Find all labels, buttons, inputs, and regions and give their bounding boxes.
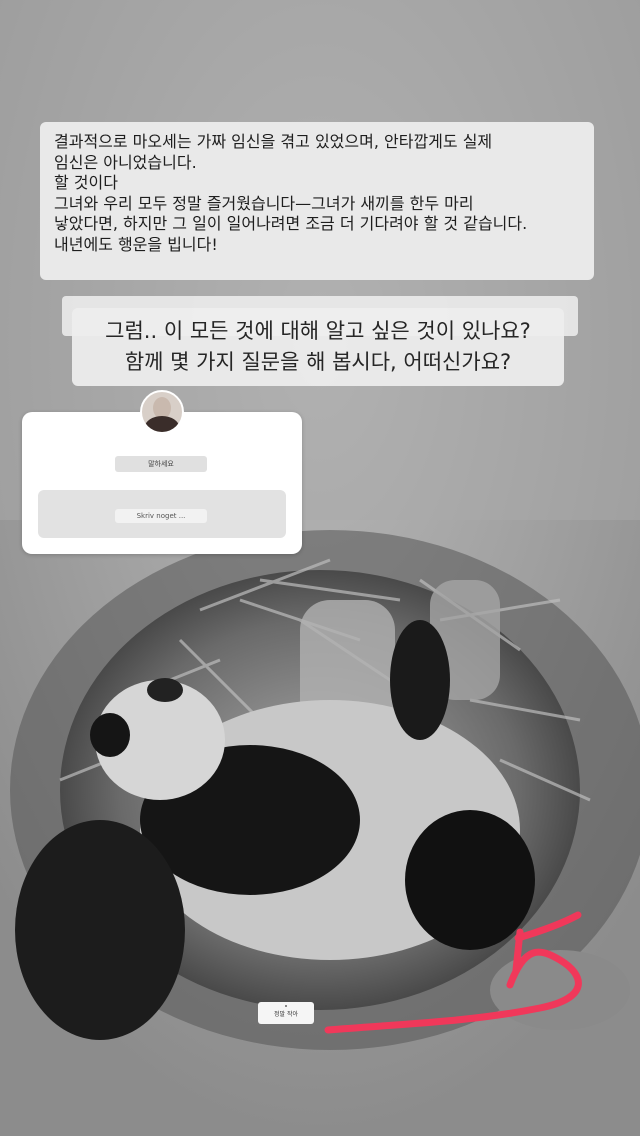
avatar: [140, 390, 184, 434]
question-prompt: 말하세요: [115, 456, 207, 472]
story-caption-text: 결과적으로 마오세는 가짜 임신을 겪고 있었으며, 안타깝게도 실제 임신은 …: [40, 122, 594, 280]
caption-line: 임신은 아니었습니다.: [54, 152, 197, 172]
question-line: 함께 몇 가지 질문을 해 봅시다, 어떠신가요?: [124, 350, 512, 374]
text-tag-sticker[interactable]: 정말 작아: [258, 1002, 314, 1024]
caption-line: 결과적으로 마오세는 가짜 임신을 겪고 있었으며, 안타깝게도 실제: [54, 132, 493, 151]
tag-label: 정말 작아: [274, 1011, 298, 1018]
caption-line: 낳았다면, 하지만 그 일이 일어나려면 조금 더 기다려야 할 것 같습니다.: [54, 214, 528, 233]
caption-line: 그녀와 우리 모두 정말 즐거웠습니다—그녀가 새끼를 한두 마리: [54, 193, 474, 213]
story-question-text: 그럼.. 이 모든 것에 대해 알고 싶은 것이 있나요? 함께 몇 가지 질문…: [72, 308, 564, 386]
answer-placeholder[interactable]: Skriv noget ...: [115, 509, 207, 523]
caption-line: 할 것이다: [54, 173, 118, 192]
caption-line: 내년에도 행운을 빕니다!: [54, 234, 218, 254]
question-line: 그럼.. 이 모든 것에 대해 알고 싶은 것이 있나요?: [105, 319, 531, 343]
